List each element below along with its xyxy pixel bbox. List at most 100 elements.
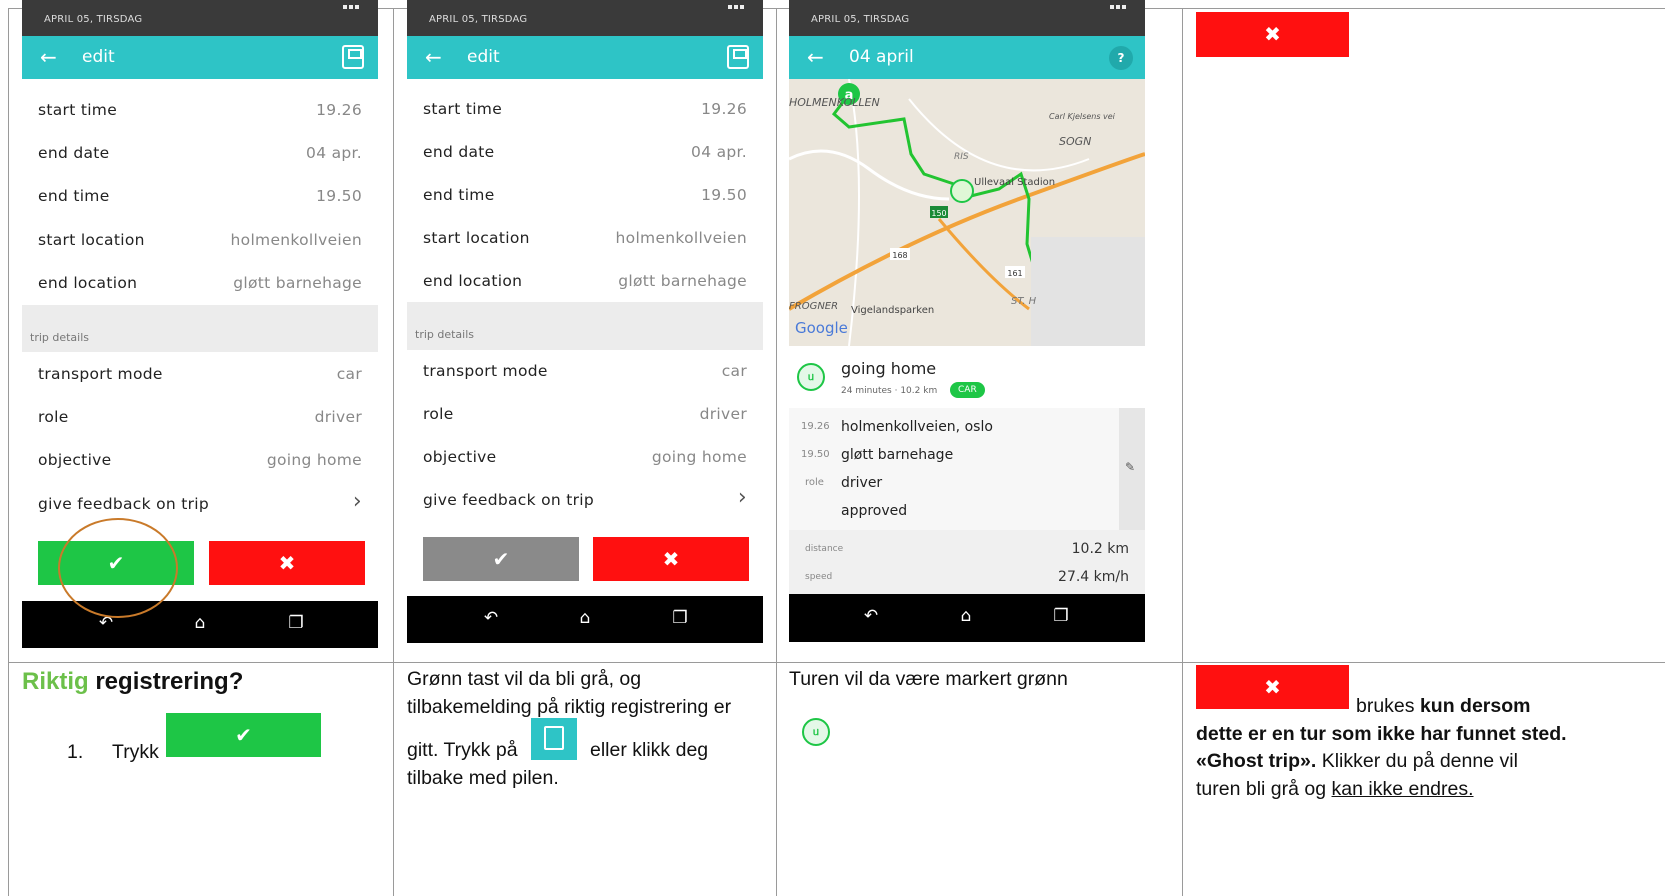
nav-recents-icon[interactable]: ❐ — [1049, 606, 1073, 626]
row-objective[interactable]: objective going home — [407, 436, 763, 479]
phone-screenshot-trip-detail: APRIL 05, TIRSDAG ← 04 april ? a HOLMENK… — [789, 0, 1145, 642]
chevron-right-icon: › — [352, 489, 362, 514]
row-value: 19.26 — [701, 100, 747, 118]
nav-home-icon[interactable]: ⌂ — [954, 606, 978, 626]
trip-route-icon: ᥙ — [797, 363, 825, 391]
row-label: start time — [38, 101, 118, 119]
caption-4-underlined: kan ikke endres. — [1331, 778, 1474, 800]
help-icon[interactable]: ? — [1109, 46, 1133, 70]
row-label: objective — [423, 448, 497, 466]
chevron-right-icon: › — [737, 485, 747, 510]
row-end-time[interactable]: end time 19.50 — [22, 175, 378, 218]
app-bar-title: edit — [467, 47, 500, 67]
nav-home-icon[interactable]: ⌂ — [573, 608, 597, 628]
apps-grid-icon — [727, 2, 745, 14]
row-label: end location — [38, 274, 138, 292]
nav-home-icon[interactable]: ⌂ — [188, 613, 212, 633]
map-road-150: 150 — [931, 209, 946, 218]
apps-grid-icon — [342, 2, 360, 14]
back-arrow-icon[interactable]: ← — [40, 45, 57, 69]
map-graphic: a HOLMENKOLLEN SOGN Carl Kjelsens vei RI… — [789, 79, 1145, 346]
caption-2-line-1: Grønn tast vil da bli grå, og — [407, 668, 642, 690]
nav-recents-icon[interactable]: ❐ — [284, 613, 308, 633]
row-value: gløtt barnehage — [618, 272, 747, 290]
stop-time: 19.26 — [801, 421, 830, 432]
row-start-location[interactable]: start location holmenkollveien — [407, 217, 763, 260]
row-end-location[interactable]: end location gløtt barnehage — [407, 260, 763, 303]
row-objective[interactable]: objective going home — [22, 439, 378, 482]
stop-text: holmenkollveien, oslo — [841, 419, 993, 435]
android-nav-bar: ↶ ⌂ ❐ — [407, 596, 763, 643]
caption-4-b: kun dersom — [1419, 695, 1531, 717]
row-end-date[interactable]: end date 04 apr. — [407, 131, 763, 174]
save-icon-example — [531, 718, 577, 760]
back-arrow-icon[interactable]: ← — [425, 45, 442, 69]
nav-back-icon[interactable]: ↶ — [859, 606, 883, 626]
reject-button[interactable]: ✖ — [209, 541, 365, 585]
row-end-time[interactable]: end time 19.50 — [407, 174, 763, 217]
save-icon[interactable] — [342, 45, 364, 69]
map-label-st: ST. H — [1011, 296, 1037, 307]
row-start-location[interactable]: start location holmenkollveien — [22, 219, 378, 262]
save-icon[interactable] — [727, 45, 749, 69]
android-nav-bar: ↶ ⌂ ❐ — [22, 601, 378, 648]
row-end-date[interactable]: end date 04 apr. — [22, 132, 378, 175]
row-label: give feedback on trip — [38, 495, 210, 513]
row-label: start location — [423, 229, 530, 247]
row-role[interactable]: role driver — [22, 396, 378, 439]
android-nav-bar: ↶ ⌂ ❐ — [789, 594, 1145, 642]
confirm-button-disabled[interactable]: ✔ — [423, 537, 579, 581]
confirm-button-example: ✔ — [166, 713, 321, 757]
edit-strip[interactable]: ✎ — [1119, 408, 1145, 530]
caption-1-text: Trykk — [112, 741, 159, 763]
table-border-left — [8, 8, 9, 896]
row-label: transport mode — [38, 365, 163, 383]
row-start-time[interactable]: start time 19.26 — [22, 89, 378, 132]
row-value: going home — [651, 448, 747, 466]
row-give-feedback[interactable]: give feedback on trip › — [407, 479, 763, 522]
reject-button[interactable]: ✖ — [593, 537, 749, 581]
map-road-161: 161 — [1007, 269, 1022, 278]
app-bar: ← 04 april ? — [789, 36, 1145, 79]
row-value: holmenkollveien — [615, 229, 747, 247]
status-bar: APRIL 05, TIRSDAG — [22, 0, 378, 36]
nav-back-icon[interactable]: ↶ — [479, 608, 503, 628]
phone-screenshot-edit-confirmed: APRIL 05, TIRSDAG ← edit start time 19.26… — [407, 0, 763, 643]
row-end-location[interactable]: end location gløtt barnehage — [22, 262, 378, 305]
caption-4-line-2: dette er en tur som ikke har funnet sted… — [1196, 723, 1567, 745]
nav-recents-icon[interactable]: ❐ — [668, 608, 692, 628]
row-value: 19.26 — [316, 101, 362, 119]
row-transport-mode[interactable]: transport mode car — [407, 350, 763, 393]
caption-1-title: Riktig registrering? — [22, 668, 243, 696]
stop-time: role — [805, 477, 824, 488]
row-give-feedback[interactable]: give feedback on trip › — [22, 483, 378, 526]
row-label: end time — [38, 187, 110, 205]
trip-map[interactable]: a HOLMENKOLLEN SOGN Carl Kjelsens vei RI… — [789, 79, 1145, 346]
pencil-icon[interactable]: ✎ — [1125, 460, 1135, 474]
row-value: 19.50 — [316, 187, 362, 205]
trip-stats: distance 10.2 km speed 27.4 km/h — [789, 530, 1145, 594]
row-value: driver — [699, 405, 747, 423]
trip-stops: ✎ 19.26 holmenkollveien, oslo 19.50 gløt… — [789, 408, 1145, 530]
map-label-stadion: Ullevaal Stadion — [974, 177, 1055, 188]
map-label-holmenkollen: HOLMENKOLLEN — [789, 96, 880, 109]
row-transport-mode[interactable]: transport mode car — [22, 353, 378, 396]
app-bar-title: edit — [82, 47, 115, 67]
google-logo: Google — [795, 319, 848, 337]
caption-2-line-3b: eller klikk deg — [590, 739, 709, 761]
app-bar: ← edit — [407, 36, 763, 79]
row-label: end location — [423, 272, 523, 290]
status-bar: APRIL 05, TIRSDAG — [789, 0, 1145, 36]
caption-1-number: 1. — [67, 741, 84, 763]
back-arrow-icon[interactable]: ← — [807, 45, 824, 69]
row-value: gløtt barnehage — [233, 274, 362, 292]
caption-1-title-green: Riktig — [22, 668, 89, 695]
reject-button-example: ✖ — [1196, 12, 1349, 57]
row-label: start time — [423, 100, 503, 118]
row-start-time[interactable]: start time 19.26 — [407, 88, 763, 131]
stat-value: 10.2 km — [1071, 541, 1129, 557]
stop-text: gløtt barnehage — [841, 447, 954, 463]
status-date: APRIL 05, TIRSDAG — [429, 14, 528, 25]
trip-header[interactable]: ᥙ going home 24 minutes · 10.2 km CAR — [789, 346, 1145, 408]
row-role[interactable]: role driver — [407, 393, 763, 436]
